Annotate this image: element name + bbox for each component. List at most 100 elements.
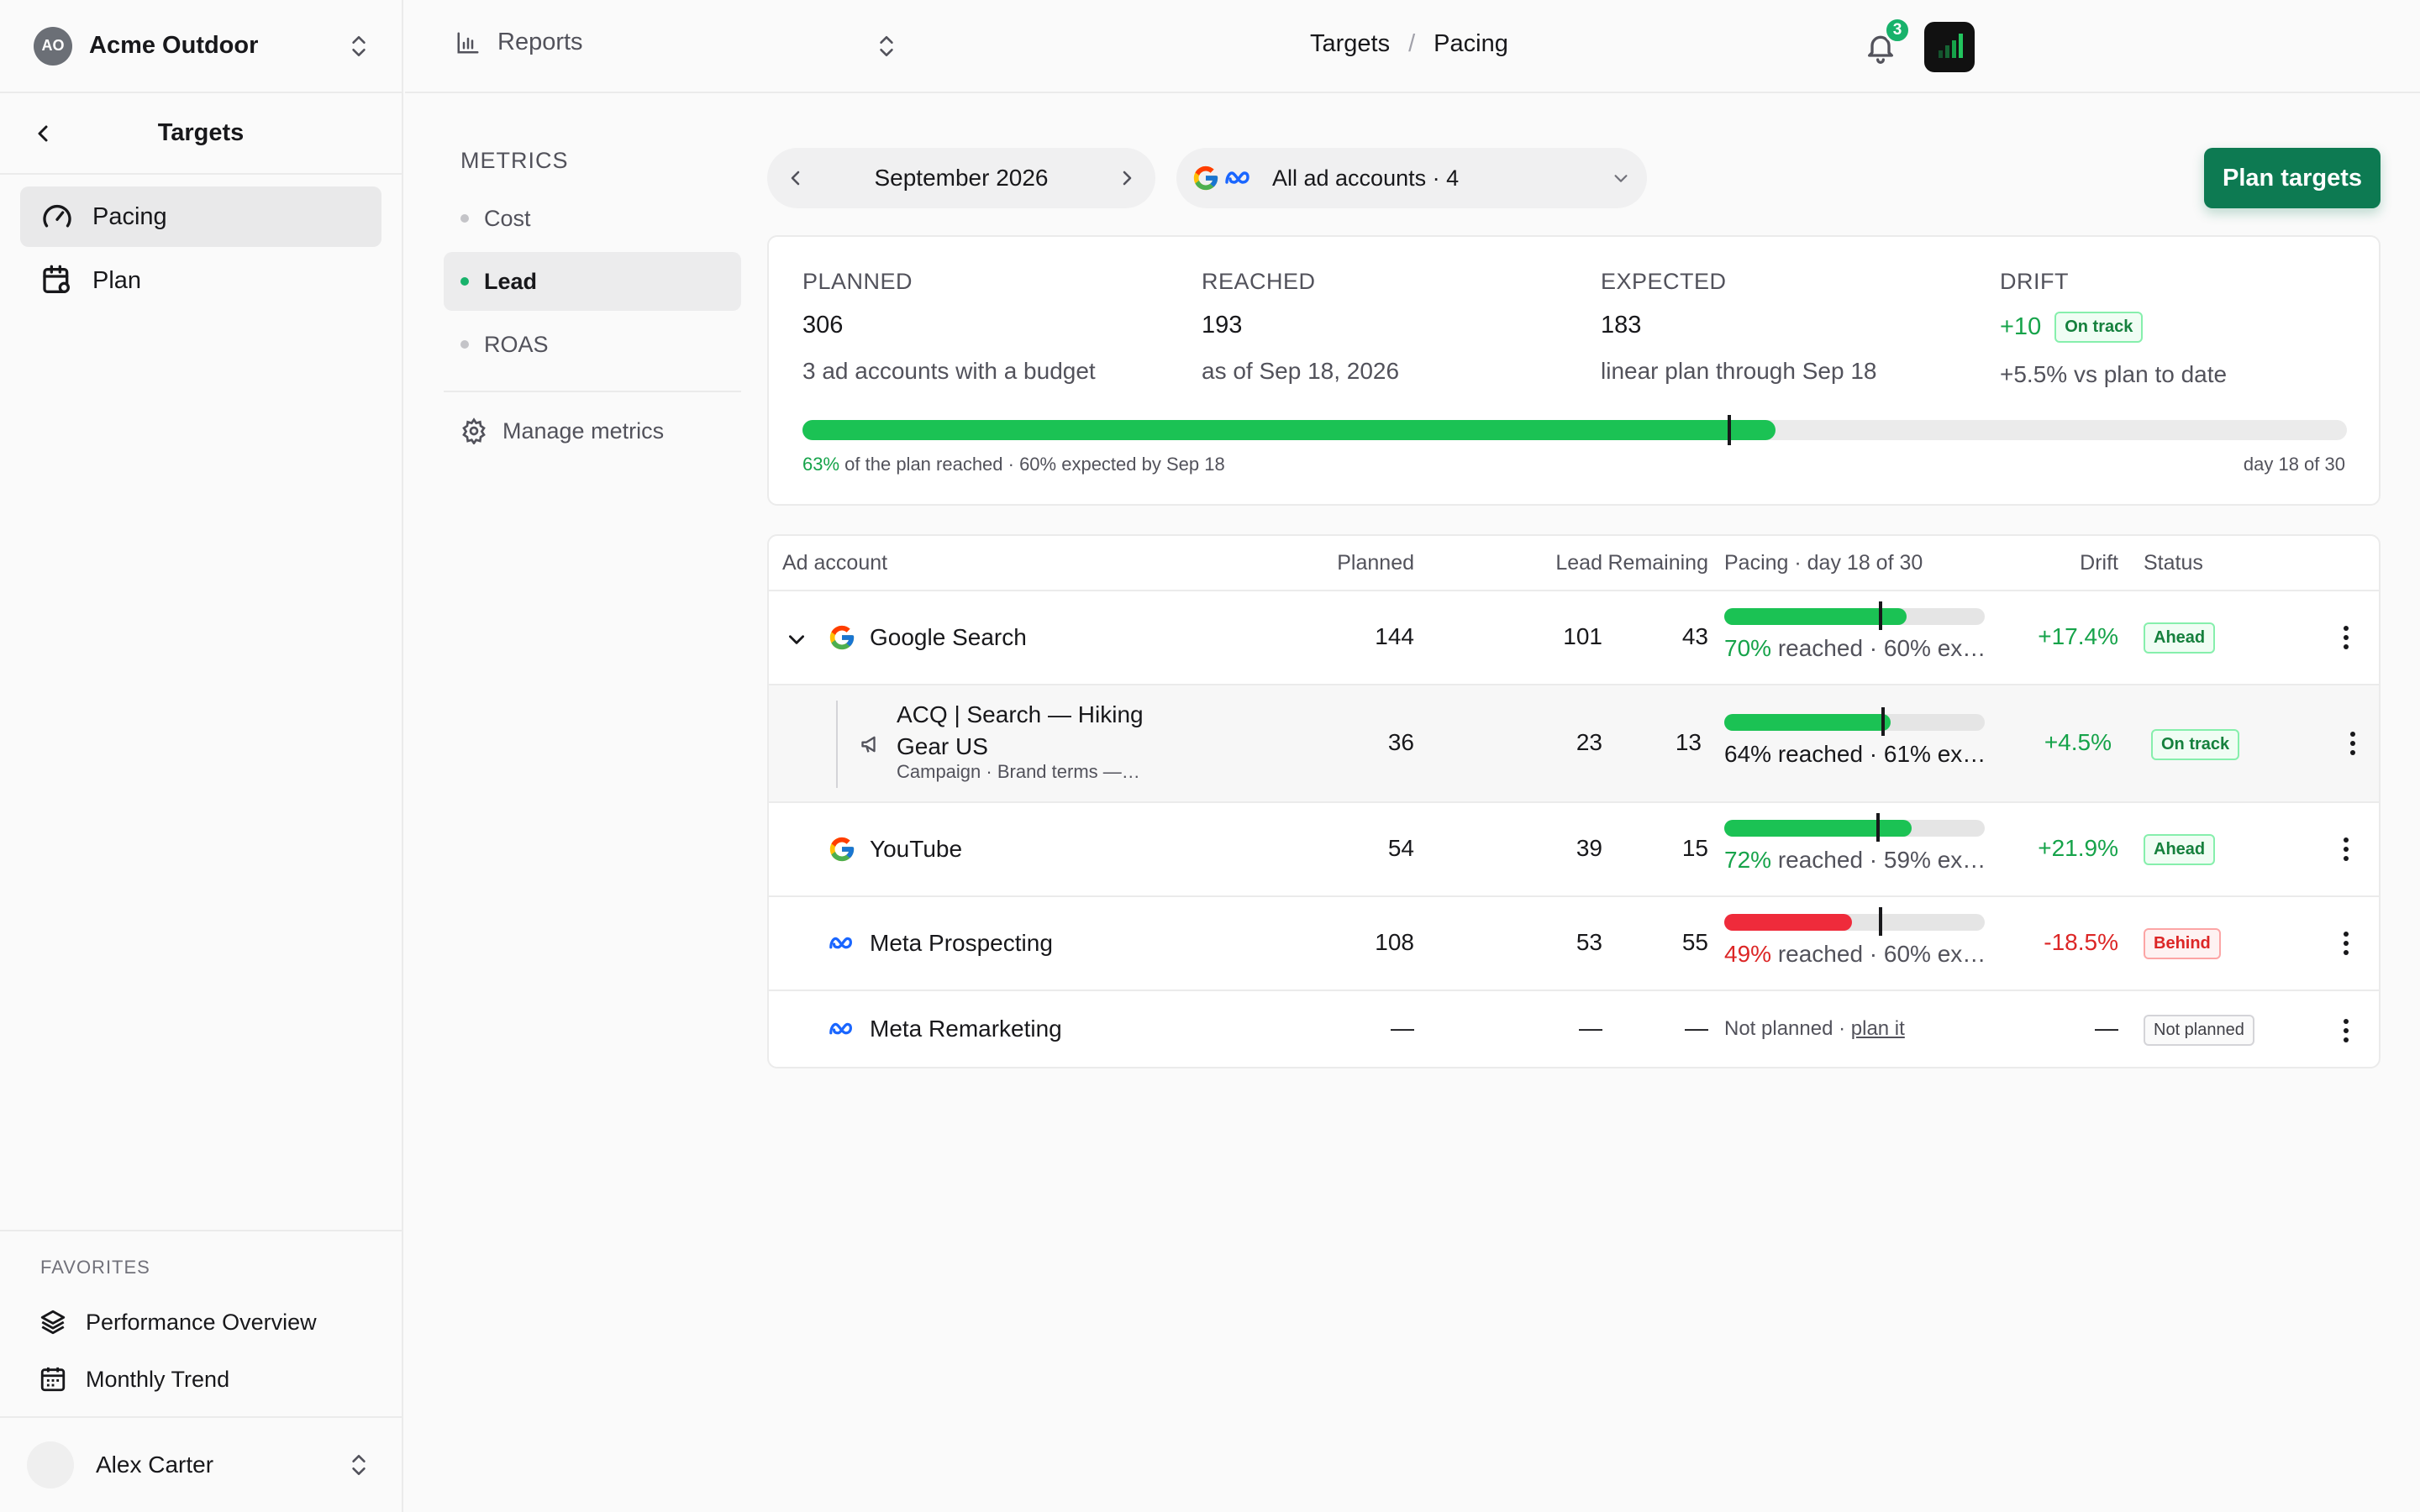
- kpi-expected: EXPECTED 183 linear plan through Sep 18: [1601, 269, 1876, 385]
- account-name: Meta Prospecting: [870, 930, 1053, 956]
- sidebar-header: Targets: [0, 93, 402, 175]
- pacing-caption: 72% reached · 59% ex…: [1724, 847, 1986, 874]
- table-row[interactable]: Meta Remarketing — — — Not planned · pla…: [769, 990, 2379, 1067]
- column-header-pacing[interactable]: Pacing · day 18 of 30: [1724, 551, 1923, 575]
- more-vertical-icon[interactable]: [2349, 731, 2356, 756]
- table-row[interactable]: Google Search 144 101 43 70% reached · 6…: [769, 590, 2379, 684]
- pacing-bar: [1724, 707, 1985, 736]
- plan-targets-button[interactable]: Plan targets: [2204, 148, 2381, 208]
- planned-value: 108: [1375, 929, 1414, 955]
- kpi-drift: DRIFT +10 On track +5.5% vs plan to date: [2000, 269, 2227, 388]
- column-header-remaining[interactable]: Remaining: [1607, 551, 1708, 575]
- kpi-label: EXPECTED: [1601, 269, 1727, 294]
- column-header-drift[interactable]: Drift: [2080, 551, 2118, 575]
- meta-icon: [1225, 171, 1249, 184]
- status-badge: Ahead: [2144, 834, 2216, 865]
- kpi-value: 193: [1202, 312, 1243, 339]
- expected-marker: [1727, 415, 1731, 445]
- chevron-down-icon: [1614, 175, 1628, 182]
- kpi-label: PLANNED: [802, 269, 913, 294]
- lead-value: —: [1579, 1015, 1602, 1041]
- column-header-account[interactable]: Ad account: [782, 551, 887, 575]
- google-icon: [829, 837, 855, 862]
- reports-label: Reports: [497, 29, 583, 55]
- expected-marker: [1879, 601, 1882, 630]
- more-vertical-icon[interactable]: [2343, 1018, 2349, 1043]
- app-logo[interactable]: [1924, 22, 1975, 72]
- meta-icon: [829, 937, 852, 949]
- sidebar-title: Targets: [157, 119, 245, 146]
- chevron-right-icon[interactable]: [1117, 168, 1137, 188]
- manage-metrics-button[interactable]: Manage metrics: [444, 417, 741, 444]
- table-row[interactable]: Meta Prospecting 108 53 55 49% reached ·…: [769, 895, 2379, 990]
- status-badge: On track: [2054, 312, 2144, 343]
- sidebar: AO Acme Outdoor Targets Pacing Plan FAVO…: [0, 0, 403, 1512]
- expected-marker: [1876, 813, 1880, 842]
- chevron-updown-icon[interactable]: [876, 34, 897, 59]
- favorite-performance-overview[interactable]: Performance Overview: [0, 1294, 402, 1351]
- pacing-pct: 70%: [1724, 635, 1772, 661]
- chevron-updown-icon: [352, 35, 366, 56]
- kpi-label: REACHED: [1202, 269, 1316, 294]
- progress-caption: 63% of the plan reached · 60% expected b…: [802, 454, 1225, 475]
- pacing-pct: 49%: [1724, 941, 1772, 967]
- workspace-switcher[interactable]: AO Acme Outdoor: [0, 0, 402, 93]
- kpi-reached: REACHED 193 as of Sep 18, 2026: [1202, 269, 1399, 385]
- metric-cost[interactable]: Cost: [444, 189, 741, 248]
- metric-roas[interactable]: ROAS: [444, 315, 741, 374]
- reports-selector[interactable]: Reports: [455, 29, 583, 56]
- chevron-down-icon[interactable]: [786, 628, 808, 650]
- progress-fill: [802, 420, 1776, 440]
- campaign-name-line1: ACQ | Search — Hiking: [897, 701, 1144, 727]
- user-name: Alex Carter: [96, 1452, 214, 1478]
- more-vertical-icon[interactable]: [2343, 931, 2349, 956]
- sidebar-item-pacing[interactable]: Pacing: [20, 186, 381, 247]
- favorites-section: FAVORITES Performance Overview Monthly T…: [0, 1230, 402, 1408]
- chevron-left-icon[interactable]: [786, 168, 806, 188]
- pacing-text: reached · 59% ex…: [1771, 847, 1986, 873]
- metric-lead[interactable]: Lead: [444, 252, 741, 311]
- breadcrumb-targets[interactable]: Targets: [1310, 30, 1390, 58]
- more-vertical-icon[interactable]: [2343, 625, 2349, 650]
- user-menu[interactable]: Alex Carter: [0, 1416, 402, 1512]
- account-name: YouTube: [870, 836, 963, 862]
- account-name: Google Search: [870, 624, 1027, 650]
- progress-caption-text: of the plan reached · 60% expected by Se…: [839, 454, 1225, 475]
- back-chevron-icon[interactable]: [34, 123, 54, 144]
- kpi-subtext: linear plan through Sep 18: [1601, 358, 1877, 384]
- summary-card: PLANNED 306 3 ad accounts with a budget …: [767, 235, 2381, 506]
- account-cell: Meta Prospecting: [828, 929, 1053, 958]
- pacing-text: reached · 60% ex…: [1771, 941, 1986, 967]
- expected-marker: [1879, 907, 1882, 936]
- bar-chart-icon: [457, 32, 479, 53]
- account-name: Meta Remarketing: [870, 1016, 1062, 1042]
- column-header-planned[interactable]: Planned: [1337, 551, 1414, 575]
- gear-icon: [462, 417, 486, 444]
- manage-metrics-label: Manage metrics: [502, 417, 665, 444]
- month-label: September 2026: [874, 165, 1049, 191]
- more-vertical-icon[interactable]: [2343, 837, 2349, 862]
- table-row[interactable]: YouTube 54 39 15 72% reached · 59% ex… +…: [769, 801, 2379, 895]
- platform-logos: [1192, 164, 1254, 192]
- table-row-campaign[interactable]: ACQ | Search — Hiking Gear US Campaign ·…: [769, 684, 2379, 801]
- column-header-lead[interactable]: Lead: [1555, 551, 1602, 575]
- lead-value: 23: [1576, 729, 1602, 755]
- favorite-monthly-trend[interactable]: Monthly Trend: [0, 1351, 402, 1408]
- pacing-fill: [1724, 820, 1912, 837]
- campaign-name-line2: Gear US: [897, 733, 988, 759]
- progress-caption-pct: 63%: [802, 454, 840, 475]
- column-header-status[interactable]: Status: [2144, 551, 2203, 575]
- plan-it-link[interactable]: plan it: [1851, 1017, 1905, 1040]
- kpi-subtext: as of Sep 18, 2026: [1202, 358, 1400, 384]
- megaphone-icon: [861, 736, 876, 753]
- account-cell: Google Search: [828, 623, 1027, 652]
- ad-account-picker[interactable]: All ad accounts · 4: [1176, 148, 1647, 208]
- sidebar-item-plan[interactable]: Plan: [20, 250, 381, 311]
- month-picker: September 2026: [767, 148, 1155, 208]
- tree-line: [836, 701, 838, 788]
- pacing-text: reached · 60% ex…: [1771, 635, 1986, 661]
- metrics-title: METRICS: [460, 148, 569, 173]
- metric-label: ROAS: [484, 331, 549, 357]
- ad-account-label: All ad accounts · 4: [1272, 165, 1460, 191]
- status-badge: Behind: [2144, 928, 2221, 959]
